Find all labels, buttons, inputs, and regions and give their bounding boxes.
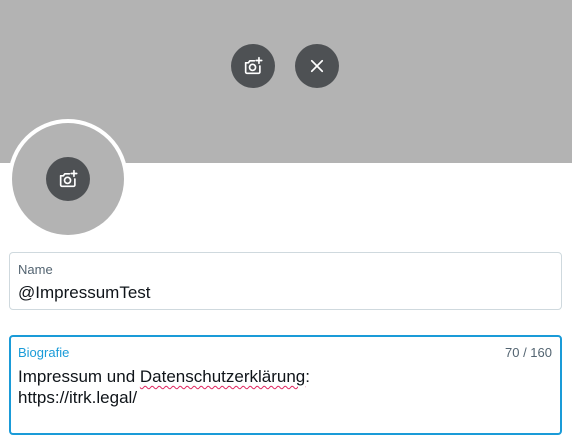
edit-profile-form: Name @ImpressumTest Biografie 70 / 160 I… [0,0,572,444]
bio-misspelled-word: Datenschutzerklärung [139,367,306,386]
bio-text-prefix: Impressum und [18,367,140,386]
name-field-label: Name [18,262,53,277]
bio-field[interactable]: Biografie 70 / 160 Impressum und Datensc… [9,335,562,435]
camera-plus-icon [242,55,264,77]
add-banner-photo-button[interactable] [231,44,275,88]
bio-field-label: Biografie [18,345,70,360]
name-field[interactable]: Name @ImpressumTest [9,252,562,310]
name-input-value[interactable]: @ImpressumTest [18,283,151,303]
add-avatar-photo-button[interactable] [46,157,90,201]
bio-character-counter: 70 / 160 [505,345,552,360]
bio-link-text: https://itrk.legal/ [18,388,138,407]
remove-banner-button[interactable] [295,44,339,88]
bio-text-suffix: : [305,367,310,386]
close-icon [308,57,326,75]
avatar [12,123,124,235]
camera-plus-icon [57,168,79,190]
bio-textarea-value[interactable]: Impressum und Datenschutzerklärung: http… [18,366,310,408]
avatar-container [8,119,128,239]
